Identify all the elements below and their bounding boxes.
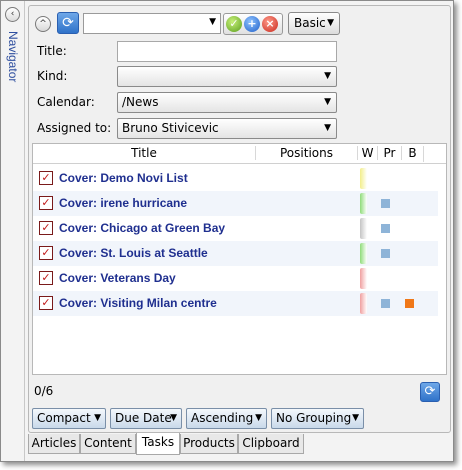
title-input[interactable] <box>117 41 337 62</box>
kind-row: Kind: ▼ <box>35 66 445 88</box>
view-mode-dropdown[interactable]: Compact ▼ <box>32 408 106 429</box>
column-header-b[interactable]: B <box>401 146 423 160</box>
collapse-up-icon[interactable]: ^ <box>35 16 51 32</box>
table-row[interactable]: ✓ Cover: Demo Novi List <box>33 166 438 191</box>
chevron-down-icon: ▼ <box>324 97 331 107</box>
task-checklist-icon: ✓ <box>39 246 53 260</box>
calendar-label: Calendar: <box>37 95 95 109</box>
grouping-label: No Grouping <box>276 411 352 425</box>
tasks-panel: ^ ⟳ ▼ ✓ + × Basic ▼ Title: Kind: ▼ Calen… <box>28 5 451 433</box>
toolbar: ^ ⟳ ▼ ✓ + × Basic ▼ <box>33 12 443 36</box>
assigned-row: Assigned to: Bruno Stivicevic ▼ <box>35 118 445 140</box>
assigned-value: Bruno Stivicevic <box>122 121 219 135</box>
mode-dropdown[interactable]: Basic ▼ <box>288 12 340 35</box>
task-search-combo[interactable]: ▼ <box>83 13 221 34</box>
add-icon[interactable]: + <box>244 16 260 32</box>
tab-tasks[interactable]: Tasks <box>136 433 180 455</box>
tab-articles[interactable]: Articles <box>28 434 80 454</box>
priority-indicator <box>381 299 390 308</box>
task-table: Title Positions W Pr B ✓ Cover: Demo Novi… <box>32 143 447 375</box>
grouping-dropdown[interactable]: No Grouping ▼ <box>271 408 364 429</box>
mode-label: Basic <box>294 16 326 30</box>
table-header: Title Positions W Pr B <box>33 144 446 164</box>
table-row[interactable]: ✓ Cover: Chicago at Green Bay <box>33 216 438 241</box>
tab-content[interactable]: Content <box>80 434 136 454</box>
chevron-down-icon: ▼ <box>352 413 359 423</box>
chevron-down-icon: ▼ <box>255 413 262 423</box>
priority-indicator <box>381 199 390 208</box>
sort-field-dropdown[interactable]: Due Date ▼ <box>110 408 182 429</box>
sort-order-dropdown[interactable]: Ascending ▼ <box>186 408 267 429</box>
table-row[interactable]: ✓ Cover: Visiting Milan centre <box>33 291 438 316</box>
calendar-row: Calendar: /News ▼ <box>35 92 445 114</box>
tab-clipboard[interactable]: Clipboard <box>238 434 304 454</box>
chevron-down-icon: ▼ <box>324 71 331 81</box>
table-row[interactable]: ✓ Cover: irene hurricane <box>33 191 438 216</box>
navigator-label[interactable]: Navigator <box>6 31 20 82</box>
assigned-label: Assigned to: <box>37 121 112 135</box>
priority-indicator <box>381 224 390 233</box>
view-mode-label: Compact <box>37 411 91 425</box>
bottom-tab-bar: Articles Content Tasks Products Clipboar… <box>28 433 448 455</box>
chevron-down-icon: ▼ <box>94 413 101 423</box>
task-checklist-icon: ✓ <box>39 171 53 185</box>
task-checklist-icon: ✓ <box>39 296 53 310</box>
task-title[interactable]: Cover: Chicago at Green Bay <box>59 221 225 235</box>
chevron-down-icon: ▼ <box>327 18 334 28</box>
navigator-rail[interactable]: ‹ Navigator <box>1 1 25 461</box>
task-title[interactable]: Cover: Visiting Milan centre <box>59 296 217 310</box>
sort-order-label: Ascending <box>191 411 254 425</box>
action-button-group: ✓ + × <box>223 13 283 35</box>
workflow-status-indicator <box>360 268 367 289</box>
chevron-down-icon: ▼ <box>170 413 177 423</box>
task-title[interactable]: Cover: Veterans Day <box>59 271 176 285</box>
workflow-status-indicator <box>360 218 367 239</box>
refresh-icon[interactable]: ⟳ <box>57 12 79 34</box>
table-row[interactable]: ✓ Cover: Veterans Day <box>33 266 438 291</box>
refresh-icon[interactable]: ⟳ <box>420 382 440 402</box>
sort-field-label: Due Date <box>115 411 172 425</box>
calendar-select[interactable]: /News ▼ <box>117 92 337 113</box>
workflow-status-indicator <box>360 168 367 189</box>
task-checklist-icon: ✓ <box>39 271 53 285</box>
assigned-select[interactable]: Bruno Stivicevic ▼ <box>117 118 337 139</box>
tasks-window: ‹ Navigator ^ ⟳ ▼ ✓ + × Basic ▼ Title: K… <box>0 0 454 462</box>
navigator-collapse-icon[interactable]: ‹ <box>5 7 20 22</box>
title-row: Title: <box>35 41 445 63</box>
column-header-extra <box>423 146 446 162</box>
b-indicator <box>405 299 414 308</box>
chevron-down-icon: ▼ <box>209 17 216 27</box>
priority-indicator <box>381 249 390 258</box>
task-title[interactable]: Cover: irene hurricane <box>59 196 187 210</box>
task-checklist-icon: ✓ <box>39 196 53 210</box>
task-counter: 0/6 <box>34 384 54 398</box>
delete-icon[interactable]: × <box>262 16 278 32</box>
table-row[interactable]: ✓ Cover: St. Louis at Seattle <box>33 241 438 266</box>
title-label: Title: <box>37 44 67 58</box>
kind-label: Kind: <box>37 69 68 83</box>
column-header-pr[interactable]: Pr <box>377 146 401 160</box>
workflow-status-indicator <box>360 293 367 314</box>
column-header-positions[interactable]: Positions <box>255 146 357 160</box>
calendar-value: /News <box>122 95 159 109</box>
workflow-status-indicator <box>360 243 367 264</box>
kind-select[interactable]: ▼ <box>117 66 337 87</box>
column-header-title[interactable]: Title <box>33 146 255 160</box>
workflow-status-indicator <box>360 193 367 214</box>
chevron-down-icon: ▼ <box>324 123 331 133</box>
task-title[interactable]: Cover: Demo Novi List <box>59 171 188 185</box>
task-title[interactable]: Cover: St. Louis at Seattle <box>59 246 208 260</box>
tab-products[interactable]: Products <box>180 434 238 454</box>
task-checklist-icon: ✓ <box>39 221 53 235</box>
confirm-icon[interactable]: ✓ <box>226 16 242 32</box>
column-header-w[interactable]: W <box>357 146 377 160</box>
